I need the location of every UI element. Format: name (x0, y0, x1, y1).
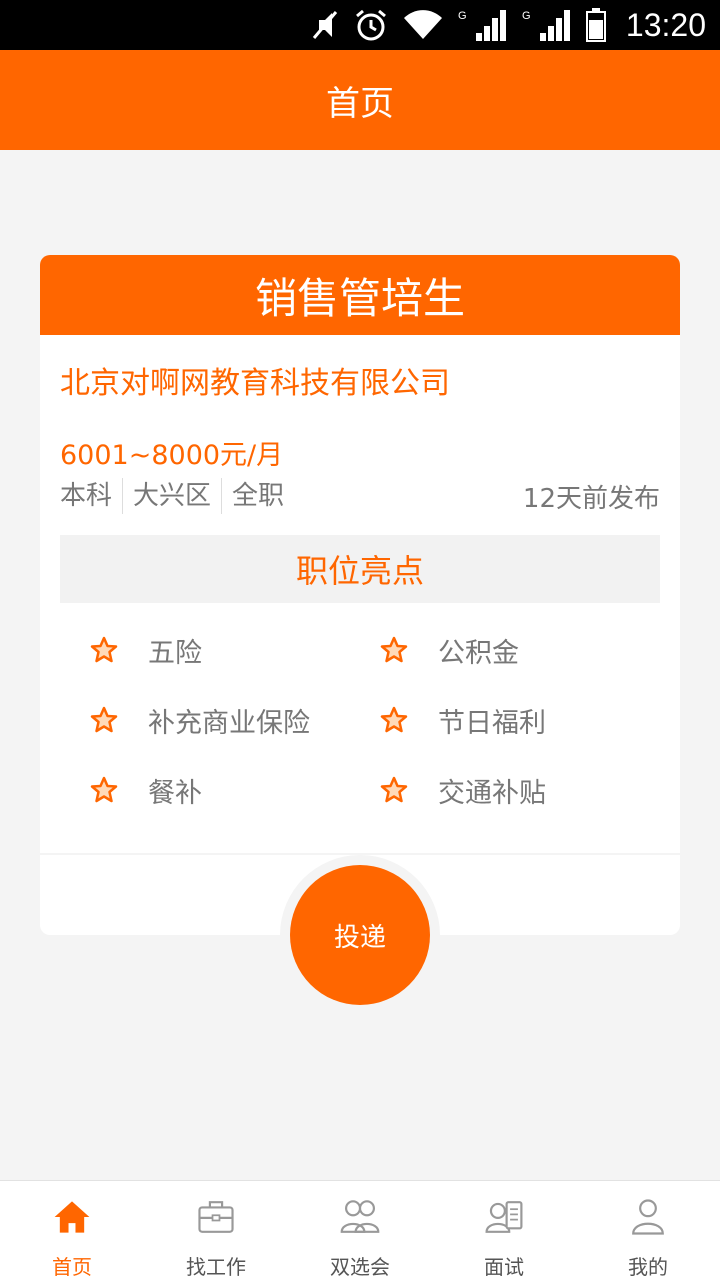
page-title: 首页 (326, 83, 394, 124)
nav-item-fair[interactable]: 双选会 (288, 1181, 432, 1280)
nav-label-interview: 面试 (484, 1255, 524, 1279)
education-tag: 本科 (60, 481, 113, 511)
benefit-label: 公积金 (438, 637, 519, 669)
wifi-icon (403, 10, 442, 40)
svg-text:G: G (458, 10, 467, 22)
status-bar: G G 13:20 (0, 0, 720, 50)
status-time: 13:20 (625, 6, 706, 43)
briefcase-icon (198, 1201, 234, 1233)
benefit-item: 公积金 (380, 630, 519, 670)
star-icon (90, 776, 118, 803)
posted-time: 12天前发布 (522, 483, 660, 514)
people-icon (340, 1200, 380, 1233)
bottom-nav: 首页 找工作 双选会 面试 我的 (0, 1180, 720, 1280)
nav-label-fair: 双选会 (330, 1255, 390, 1279)
job-title: 销售管培生 (40, 255, 680, 335)
company-name: 北京对啊网教育科技有限公司 (60, 366, 450, 401)
benefit-label: 餐补 (148, 777, 202, 809)
highlights-title: 职位亮点 (60, 535, 660, 603)
interview-icon (485, 1201, 523, 1233)
nav-item-home[interactable]: 首页 (0, 1181, 144, 1280)
app-header: 首页 (0, 50, 720, 150)
star-icon (380, 636, 408, 663)
star-icon (380, 706, 408, 733)
signal-icon-2: G (522, 10, 570, 41)
person-icon (632, 1199, 664, 1235)
svg-text:G: G (522, 10, 531, 22)
battery-icon (585, 8, 606, 42)
signal-icon: G (458, 10, 506, 41)
mute-icon (312, 11, 338, 39)
nav-item-jobs[interactable]: 找工作 (144, 1181, 288, 1280)
job-type-tag: 全职 (221, 478, 294, 514)
nav-label-home: 首页 (52, 1255, 92, 1279)
job-meta: 本科 大兴区 全职 12天前发布 (60, 477, 660, 515)
benefit-label: 五险 (148, 637, 202, 669)
benefit-item: 交通补贴 (380, 770, 546, 810)
star-icon (90, 636, 118, 663)
salary: 6001~8000元/月 (60, 440, 284, 471)
star-icon (90, 706, 118, 733)
benefit-item: 节日福利 (380, 700, 546, 740)
benefit-item: 餐补 (90, 770, 202, 810)
benefit-label: 补充商业保险 (148, 707, 310, 739)
district-tag: 大兴区 (122, 478, 221, 514)
home-icon (54, 1201, 90, 1233)
nav-item-mine[interactable]: 我的 (576, 1181, 720, 1280)
benefit-label: 交通补贴 (438, 777, 546, 809)
nav-label-mine: 我的 (628, 1255, 668, 1279)
benefit-item: 补充商业保险 (90, 700, 310, 740)
benefit-item: 五险 (90, 630, 202, 670)
alarm-icon (355, 9, 386, 41)
star-icon (380, 776, 408, 803)
job-card[interactable]: 销售管培生 北京对啊网教育科技有限公司 6001~8000元/月 本科 大兴区 … (40, 255, 680, 935)
nav-label-jobs: 找工作 (186, 1255, 246, 1279)
apply-button[interactable]: 投递 (290, 865, 430, 1005)
benefit-label: 节日福利 (438, 707, 546, 739)
nav-item-interview[interactable]: 面试 (432, 1181, 576, 1280)
